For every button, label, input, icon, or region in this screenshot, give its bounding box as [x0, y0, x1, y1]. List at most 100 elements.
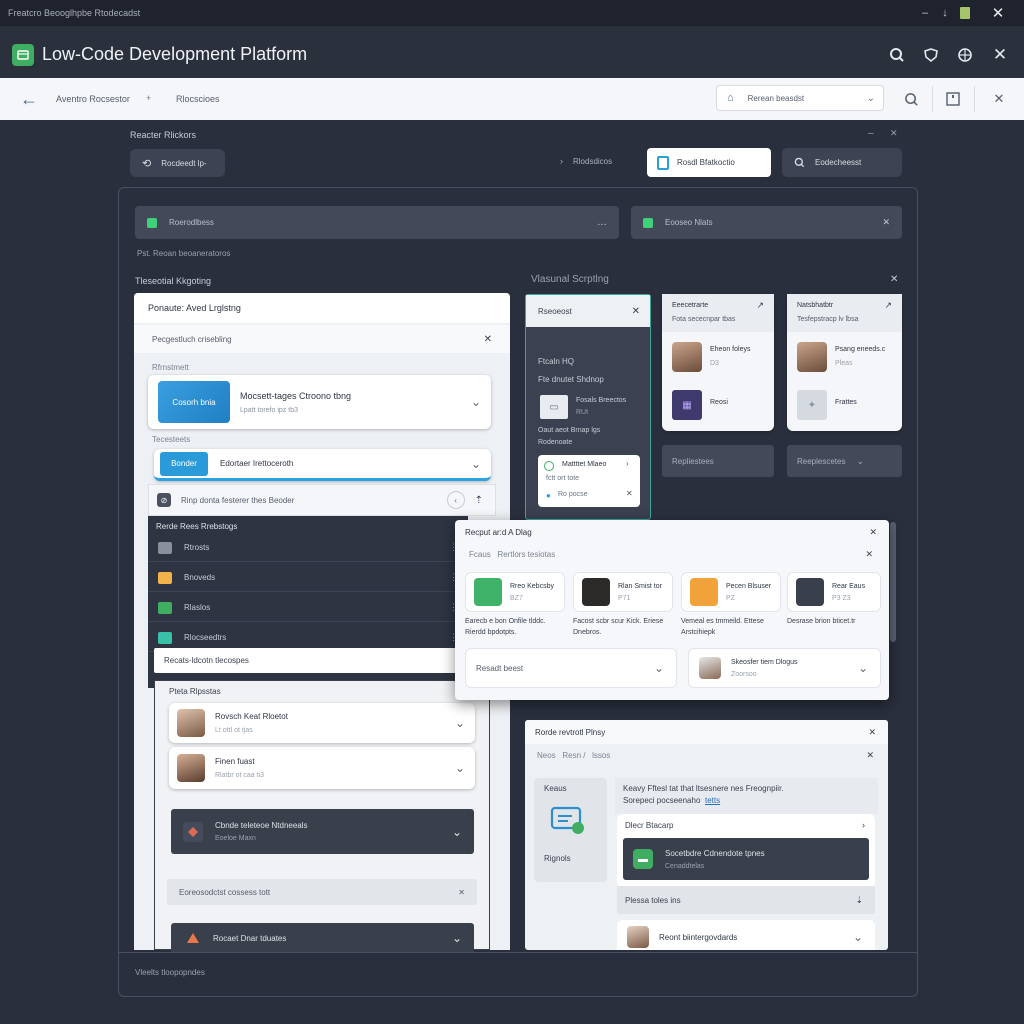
right-scrollbar[interactable]: [890, 522, 896, 642]
dark-item-1-chevron-icon[interactable]: ⌄: [452, 825, 462, 839]
mini-card[interactable]: Eeecetrarte ↗ Fota sececnpar tbas Eheon fol…: [662, 294, 774, 431]
more-icon[interactable]: …: [597, 217, 607, 228]
dialog-select-2-chevron-icon[interactable]: ⌄: [858, 661, 868, 675]
mid-popup-close-icon[interactable]: ✕: [626, 489, 633, 498]
dark-list-item-icon: [158, 631, 172, 644]
lower-field-1-chevron-icon[interactable]: ›: [862, 820, 865, 830]
toolbar-active-tab[interactable]: Rosdl Bfatkoctio: [647, 148, 771, 177]
toolbar-filter[interactable]: › Rlodsdicos: [560, 156, 612, 166]
mid-popup-chevron-icon[interactable]: ›: [626, 459, 629, 468]
dialog-card[interactable]: Rreo Kebcsby BZ7 Earecb e bon Onfile tlddc…: [465, 572, 565, 642]
lower-note-link[interactable]: tetts: [705, 796, 720, 805]
item-2-chevron-icon[interactable]: ⌄: [471, 457, 481, 471]
lower-field-2[interactable]: Plessa toles ins ⇣: [617, 886, 875, 914]
dark-list-item[interactable]: Rtrosts ⋮: [148, 534, 468, 562]
dark-list: Rerde Rees Rrebstogs Rtrosts ⋮ Bnoveds ⋮ Rla…: [148, 516, 468, 688]
mini-footer-chevron-icon[interactable]: ⌄: [856, 456, 864, 467]
top-field-2-close-icon[interactable]: ✕: [882, 217, 890, 228]
mini-footer-left[interactable]: Repliestees: [662, 445, 774, 477]
search-row[interactable]: ⊘ Rinp donta festerer thes Beoder ‹ ⇡: [148, 484, 496, 516]
search-row-expand-icon[interactable]: ‹: [446, 491, 465, 509]
download-icon[interactable]: ↓: [938, 6, 952, 20]
app-badge-icon[interactable]: [960, 7, 970, 19]
dialog-card-icon: [582, 578, 610, 606]
dialog-select-1-text: Resadt beest: [476, 663, 524, 673]
dialog-card-icon: [796, 578, 824, 606]
toolbar-close-icon[interactable]: ✕: [890, 128, 898, 139]
lower-field-1[interactable]: Dlecr Btacarp ›: [617, 814, 875, 836]
lower-person-chevron-icon[interactable]: ⌄: [853, 930, 863, 944]
breadcrumb-item-1[interactable]: Aventro Rocsestor: [56, 94, 130, 104]
section-close-icon[interactable]: ✕: [890, 274, 898, 285]
nav-search-select[interactable]: ⌂ Rerean beasdst ⌄: [716, 85, 884, 111]
frame-icon[interactable]: [944, 90, 962, 108]
lower-dialog-tabs[interactable]: Neos Resn / lssos ✕: [525, 744, 888, 766]
lower-person[interactable]: Reont biintergovdards ⌄: [617, 920, 875, 950]
dialog-card[interactable]: Pecen Blsuser PZ Vemeal es tmmeild. Ettese…: [681, 572, 781, 642]
item-1-button[interactable]: Cosorh bnia: [158, 381, 230, 423]
person-2-chevron-icon[interactable]: ⌄: [455, 761, 465, 775]
dark-item-2[interactable]: Rocaet Dnar tduates ⌄: [171, 923, 474, 953]
dark-item-1[interactable]: Cbnde teleteoe Ntdneeals Eoeloe Maxn ⌄: [171, 809, 474, 854]
person-row-2[interactable]: Finen fuast Rlatbr ot caa ti3 ⌄: [169, 747, 475, 789]
toolbar-search-icon: [794, 157, 805, 168]
lower-field-2-pin-icon[interactable]: ⇣: [855, 895, 863, 906]
mid-panel-title: Rseoeost: [538, 306, 572, 316]
people-bar-close-icon[interactable]: ✕: [458, 888, 465, 897]
dialog-select-2[interactable]: Skeosfer tiem Dlogus Zoorsoo ⌄: [688, 648, 881, 688]
mini-card-person-meta: Pleas: [835, 360, 853, 367]
mini-card-pin-icon[interactable]: ↗: [884, 300, 892, 311]
item-1[interactable]: Cosorh bnia Mocsett-tages Ctroono tbng L…: [148, 375, 491, 429]
mini-footer-left-text: Repliestees: [672, 456, 714, 466]
breadcrumb-separator: +: [146, 93, 152, 103]
breadcrumb-item-2[interactable]: Rlocscioes: [176, 94, 220, 104]
dark-item-2-chevron-icon[interactable]: ⌄: [452, 931, 462, 945]
item-2[interactable]: Bonder Edortaer Irettoceroth ⌄: [154, 449, 491, 481]
toolbar-button-3[interactable]: Eodecheesst: [782, 148, 902, 177]
globe-icon[interactable]: [956, 46, 974, 64]
minimize-icon[interactable]: –: [918, 6, 932, 20]
toolbar-minimize-icon[interactable]: –: [868, 128, 874, 139]
mid-popup[interactable]: Mattttet Mlaeo › fctt ort tote ● Ro pocs…: [538, 455, 640, 507]
back-arrow-icon[interactable]: ←: [20, 89, 38, 109]
item-1-chevron-icon[interactable]: ⌄: [471, 395, 481, 409]
search-icon[interactable]: [888, 46, 906, 64]
lower-dialog-close-icon[interactable]: ✕: [868, 727, 876, 738]
nav-close-icon[interactable]: ✕: [990, 90, 1008, 108]
lower-tile[interactable]: ▬ Socetbdre Cdnendote tpnes Cenaddtelas: [623, 838, 869, 880]
left-panel-close-icon[interactable]: ✕: [484, 334, 492, 345]
dialog-card-meta: P3 Z3: [832, 594, 851, 602]
item-2-button[interactable]: Bonder: [160, 451, 208, 476]
toolbar-button-1[interactable]: ⟲ Rocdeedt lp-: [130, 149, 225, 177]
dialog-tabs[interactable]: Fcaus Rertlors tesiotas ✕: [455, 544, 889, 564]
shield-icon[interactable]: [922, 46, 940, 64]
people-bar[interactable]: Eoreosodctst cossess tott ✕: [167, 879, 477, 905]
mid-panel-close-icon[interactable]: ✕: [632, 306, 640, 317]
person-1-chevron-icon[interactable]: ⌄: [455, 716, 465, 730]
close-window-icon[interactable]: ✕: [990, 5, 1006, 22]
dialog-card[interactable]: Rlan Smist tor P71 Facost scbr scur Kick. …: [573, 572, 673, 642]
mini-card-title: Natsbhatbtr: [797, 302, 834, 309]
nav-search-icon[interactable]: [902, 90, 920, 108]
dialog-card-desc: Earecb e bon Onfile tlddc. Rierdd bpdotp…: [465, 618, 546, 636]
dialog-close-icon[interactable]: ✕: [869, 527, 877, 538]
people-panel: Pteta Rlpsstas Rovsch Keat Rloetot Lt ot…: [154, 680, 490, 953]
dark-list-item[interactable]: Rlaslos ⋮: [148, 594, 468, 622]
dialog-card[interactable]: Rear Eaus P3 Z3 Desrase brion bticet.tr: [787, 572, 881, 642]
dark-list-item[interactable]: Bnoveds ⋮: [148, 564, 468, 592]
close-icon[interactable]: ✕: [990, 45, 1010, 65]
top-field-2[interactable]: Eooseo Nlats ✕: [631, 206, 902, 239]
search-row-pin-icon[interactable]: ⇡: [475, 495, 483, 506]
dark-list-item-label: Rtrosts: [184, 543, 210, 552]
dialog-select-1-chevron-icon[interactable]: ⌄: [654, 661, 664, 675]
dark-list-footer[interactable]: Recats-ldcotn tlecospes: [154, 648, 462, 673]
dialog-tabs-close-icon[interactable]: ✕: [865, 549, 873, 560]
person-row-1[interactable]: Rovsch Keat Rloetot Lt ottl ot tjas ⌄: [169, 703, 475, 743]
top-field-1[interactable]: Roerodlbess …: [135, 206, 619, 239]
lower-dialog-tabs-close-icon[interactable]: ✕: [866, 750, 874, 761]
dialog-select-1[interactable]: Resadt beest ⌄: [465, 648, 677, 688]
mini-card[interactable]: Natsbhatbtr ↗ Tesfepstracp lv lbsa Psang en…: [787, 294, 902, 431]
mini-footer-right[interactable]: Reeplescetes ⌄: [787, 445, 902, 477]
mini-card-pin-icon[interactable]: ↗: [756, 300, 764, 311]
lower-side-card[interactable]: Keaus Rignols: [534, 778, 607, 882]
